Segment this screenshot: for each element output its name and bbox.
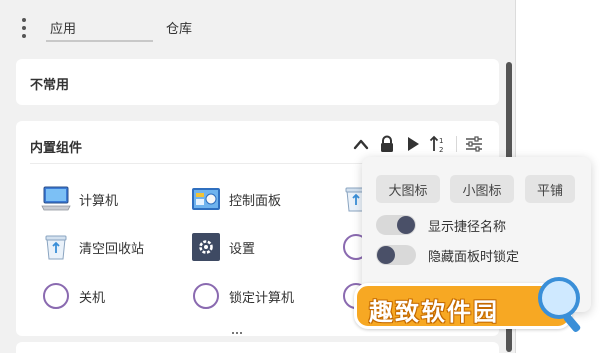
lock-icon[interactable] (376, 134, 398, 154)
app-item-label: 清空回收站 (79, 241, 145, 257)
tile-button[interactable]: 平铺 (525, 175, 575, 203)
settings-sliders-icon[interactable] (463, 134, 485, 154)
chevron-up-icon[interactable] (350, 134, 372, 154)
app-item-label: 关机 (79, 290, 106, 306)
watermark-text: 趣致软件园 (369, 297, 499, 326)
play-icon[interactable] (402, 134, 424, 154)
show-shortcut-name-row: 显示捷径名称 (376, 214, 506, 236)
app-item-lock-computer[interactable]: 锁定计算机 (190, 281, 294, 311)
toggle-label: 隐藏面板时锁定 (428, 249, 520, 265)
large-icon-button[interactable]: 大图标 (376, 175, 440, 203)
svg-text:1: 1 (439, 137, 443, 145)
app-item-label: 设置 (229, 241, 256, 257)
settings-gear-icon (190, 232, 222, 262)
top-bar: 应用 仓库 (0, 0, 516, 52)
section-title: 内置组件 (30, 141, 83, 156)
next-section-card (16, 342, 499, 353)
small-icon-button[interactable]: 小图标 (450, 175, 514, 203)
app-item-empty-recycle-bin[interactable]: 清空回收站 (40, 232, 144, 262)
lock-when-hidden-toggle[interactable] (376, 245, 416, 265)
ring-icon (40, 281, 72, 311)
tab-store[interactable]: 仓库 (166, 18, 192, 37)
section-toolbar: 12 (346, 134, 485, 154)
app-item-label: 计算机 (79, 193, 119, 209)
toolbar-divider (456, 136, 457, 152)
app-item-computer[interactable]: 计算机 (40, 184, 118, 214)
app-item-label: 锁定计算机 (229, 290, 295, 306)
app-item-settings[interactable]: 设置 (190, 232, 255, 262)
computer-icon (40, 184, 72, 214)
drag-handle-icon[interactable] (232, 332, 242, 335)
app-item-control-panel[interactable]: 控制面板 (190, 184, 281, 214)
sort-icon[interactable]: 12 (428, 134, 450, 154)
svg-text:2: 2 (439, 146, 443, 153)
lock-when-hidden-row: 隐藏面板时锁定 (376, 244, 519, 266)
more-menu-icon[interactable] (20, 18, 28, 38)
tab-apps[interactable]: 应用 (50, 18, 76, 37)
section-uncommon[interactable]: 不常用 (16, 59, 499, 105)
show-shortcut-name-toggle[interactable] (376, 215, 416, 235)
recycle-bin-icon (40, 232, 72, 262)
ring-icon (190, 281, 222, 311)
app-item-label: 控制面板 (229, 193, 282, 209)
magnifier-icon (538, 277, 580, 319)
app-item-shutdown[interactable]: 关机 (40, 281, 105, 311)
section-title: 不常用 (30, 78, 70, 93)
control-panel-icon (190, 184, 222, 214)
active-tab-indicator (46, 40, 153, 42)
watermark-logo: 趣致软件园 (354, 277, 587, 334)
toggle-label: 显示捷径名称 (428, 219, 507, 235)
